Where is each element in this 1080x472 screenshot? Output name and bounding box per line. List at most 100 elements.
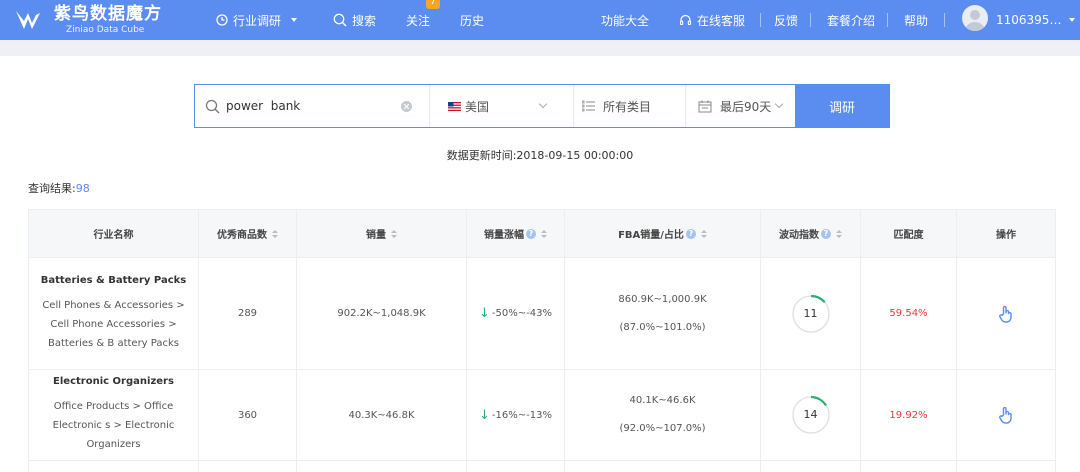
fba-cell: 40.1K~46.6K (92.0%~107.0%) bbox=[565, 370, 761, 460]
col-industry-label: 行业名称 bbox=[93, 230, 134, 241]
col-good-products[interactable]: 优秀商品数 bbox=[199, 210, 297, 257]
col-match-label: 匹配度 bbox=[893, 230, 924, 241]
table-row: Batteries & Battery Packs Cell Phones & … bbox=[29, 258, 1055, 370]
nav-history[interactable]: 历史 bbox=[460, 0, 484, 40]
col-sales-change[interactable]: 销量涨幅? bbox=[467, 210, 565, 257]
country-value: 美国 bbox=[465, 99, 490, 114]
result-count-value: 98 bbox=[75, 182, 90, 195]
nav-plans-label: 套餐介绍 bbox=[827, 13, 876, 28]
col-good-products-label: 优秀商品数 bbox=[217, 230, 267, 241]
hand-pointer-icon[interactable] bbox=[998, 406, 1014, 424]
sort-icon[interactable] bbox=[541, 229, 547, 238]
research-search-bar: 美国 所有类目 最后90天 调研 bbox=[194, 84, 890, 128]
col-action: 操作 bbox=[957, 210, 1055, 257]
nav-industry-research-label: 行业调研 bbox=[233, 13, 282, 28]
action-cell bbox=[957, 258, 1055, 369]
arrow-down-icon: ↓ bbox=[479, 407, 490, 423]
industry-cell: Batteries & Battery Packs Cell Phones & … bbox=[29, 258, 199, 369]
industry-name[interactable]: Batteries & Battery Packs bbox=[41, 275, 186, 286]
volatility-gauge: 14 bbox=[791, 395, 831, 435]
volatility-gauge: 11 bbox=[791, 294, 831, 334]
brand-name: 紫鸟数据魔方 bbox=[54, 3, 162, 24]
sort-icon[interactable] bbox=[700, 229, 707, 238]
table-row bbox=[29, 461, 1055, 472]
col-volatility[interactable]: 波动指数? bbox=[761, 210, 861, 257]
industry-path: Cell Phones & Accessories > Cell Phone A… bbox=[42, 299, 185, 349]
match-cell: 59.54% bbox=[861, 258, 957, 369]
industry-cell: Electronic Organizers Office Products > … bbox=[29, 370, 199, 460]
nav-plans[interactable]: 套餐介绍 bbox=[827, 0, 875, 40]
volatility-cell bbox=[761, 461, 861, 472]
volatility-value: 14 bbox=[803, 408, 818, 421]
help-icon[interactable]: ? bbox=[821, 228, 831, 239]
follow-count-badge: 7 bbox=[426, 0, 440, 9]
chevron-down-icon bbox=[774, 99, 784, 109]
volatility-value: 11 bbox=[803, 306, 818, 320]
nav-online-service-label: 在线客服 bbox=[697, 13, 746, 28]
nav-search-label: 搜索 bbox=[352, 13, 377, 28]
nav-online-service[interactable]: 在线客服 bbox=[679, 0, 745, 40]
action-cell bbox=[957, 461, 1055, 472]
list-icon bbox=[582, 100, 595, 112]
nav-history-label: 历史 bbox=[460, 13, 485, 28]
sort-icon[interactable] bbox=[272, 229, 278, 238]
keyword-input[interactable] bbox=[226, 99, 396, 113]
period-select[interactable]: 最后90天 bbox=[685, 85, 795, 127]
nav-help[interactable]: 帮助 bbox=[904, 0, 928, 40]
clear-icon[interactable] bbox=[401, 101, 412, 112]
nav-divider bbox=[810, 13, 811, 27]
bird-logo-icon bbox=[16, 11, 44, 29]
user-menu[interactable]: 1106395… bbox=[996, 0, 1076, 40]
col-match: 匹配度 bbox=[861, 210, 957, 257]
keyword-field[interactable] bbox=[195, 85, 429, 127]
nav-divider bbox=[944, 13, 945, 27]
sales-change-value: -50%~-43% bbox=[491, 308, 552, 319]
nav-industry-research[interactable]: 行业调研 bbox=[216, 0, 298, 40]
sales-change-cell: ↓ -16%~-13% bbox=[467, 370, 565, 460]
category-value: 所有类目 bbox=[603, 99, 652, 114]
match-cell bbox=[861, 461, 957, 472]
industry-table: 行业名称 优秀商品数 销量 销量涨幅? FBA销量/占比? 波动指数? 匹配度 … bbox=[28, 209, 1056, 472]
category-select[interactable]: 所有类目 bbox=[573, 85, 685, 127]
fba-sales-value: 860.9K~1,000.9K bbox=[618, 293, 707, 305]
col-sales[interactable]: 销量 bbox=[297, 210, 467, 257]
match-value: 59.54% bbox=[889, 308, 928, 319]
sales-change-cell: ↓ -50%~-43% bbox=[467, 258, 565, 369]
nav-feedback[interactable]: 反馈 bbox=[774, 0, 798, 40]
nav-follow[interactable]: 关注 7 bbox=[406, 0, 440, 40]
good-products-cell: 360 bbox=[199, 370, 297, 460]
fba-cell: 860.9K~1,000.9K (87.0%~101.0%) bbox=[565, 258, 761, 369]
avatar[interactable] bbox=[962, 5, 988, 31]
data-update-time: 数据更新时间:2018-09-15 00:00:00 bbox=[446, 149, 634, 162]
chevron-down-icon bbox=[538, 99, 548, 109]
industry-name[interactable]: Electronic Organizers bbox=[53, 376, 174, 387]
user-id-label: 1106395… bbox=[996, 13, 1062, 27]
fba-ratio-value: (92.0%~107.0%) bbox=[619, 423, 706, 434]
volatility-cell: 11 bbox=[761, 258, 861, 369]
volatility-cell: 14 bbox=[761, 370, 861, 460]
col-fba[interactable]: FBA销量/占比? bbox=[565, 210, 761, 257]
nav-help-label: 帮助 bbox=[904, 13, 929, 28]
sort-icon[interactable] bbox=[391, 229, 397, 238]
nav-follow-label: 关注 bbox=[406, 13, 431, 28]
col-sales-change-label: 销量涨幅 bbox=[484, 230, 524, 241]
clock-icon bbox=[216, 14, 228, 26]
fba-ratio-value: (87.0%~101.0%) bbox=[619, 321, 706, 333]
nav-search[interactable]: 搜索 bbox=[333, 0, 376, 40]
hand-pointer-icon[interactable] bbox=[998, 305, 1014, 323]
arrow-down-icon: ↓ bbox=[479, 306, 490, 321]
user-avatar-icon bbox=[965, 10, 985, 31]
us-flag-icon bbox=[448, 101, 461, 111]
sales-change-cell bbox=[467, 461, 565, 472]
help-icon[interactable]: ? bbox=[685, 228, 696, 239]
research-button[interactable]: 调研 bbox=[795, 85, 889, 127]
result-count-label: 查询结果: bbox=[28, 182, 76, 195]
period-value: 最后90天 bbox=[720, 99, 772, 114]
help-icon[interactable]: ? bbox=[526, 228, 536, 239]
sort-icon[interactable] bbox=[836, 229, 842, 238]
nav-all-features[interactable]: 功能大全 bbox=[601, 0, 649, 40]
sales-change-value: -16%~-13% bbox=[491, 409, 552, 421]
country-select[interactable]: 美国 bbox=[429, 85, 573, 127]
brand-logo[interactable]: 紫鸟数据魔方 Ziniao Data Cube bbox=[14, 0, 162, 40]
action-cell bbox=[957, 370, 1055, 460]
